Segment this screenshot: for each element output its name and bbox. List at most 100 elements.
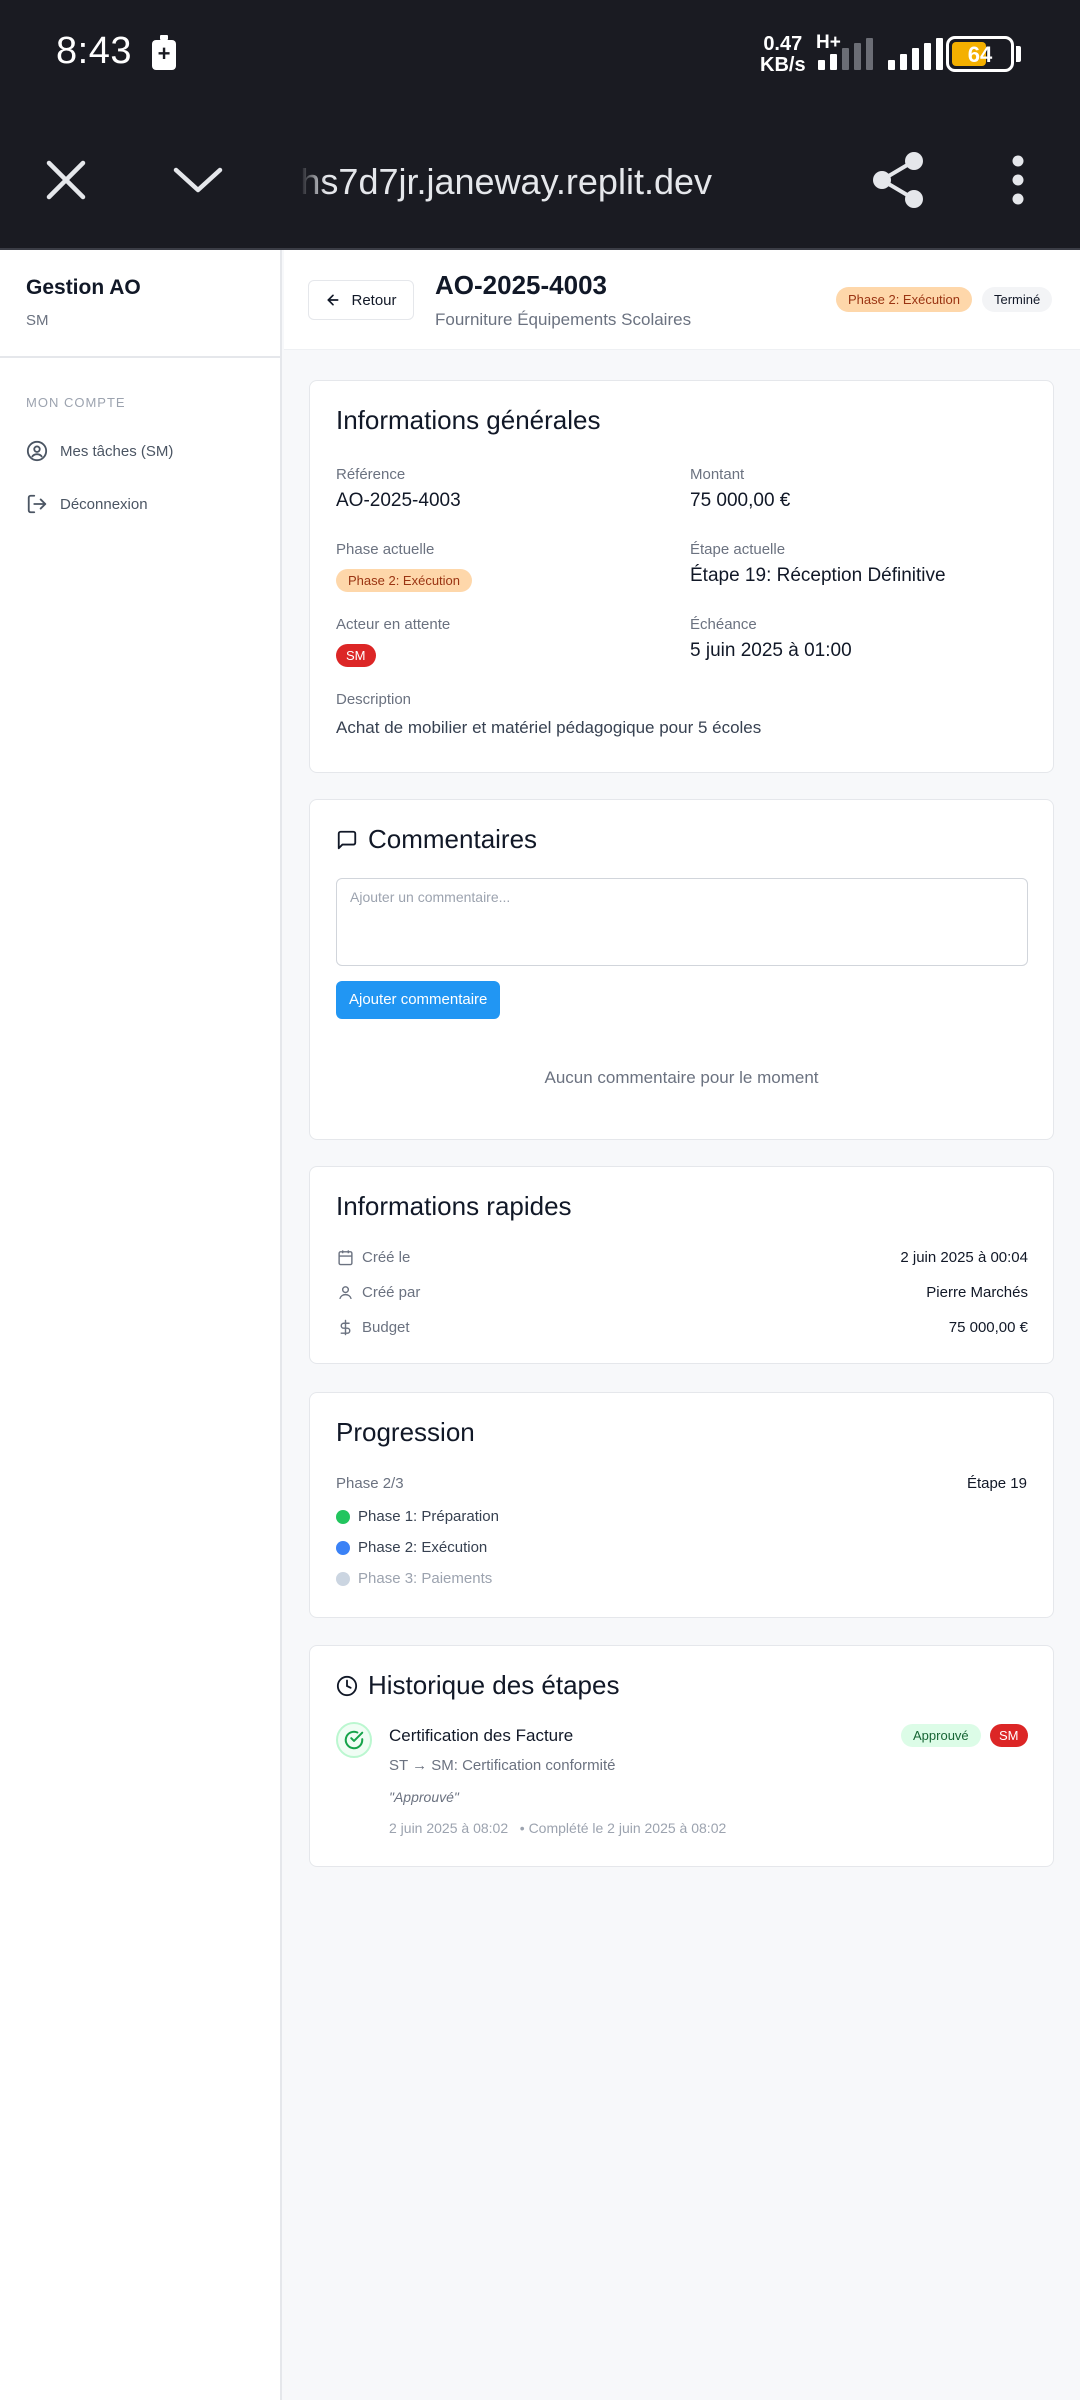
phase-item-label: Phase 1: Préparation <box>358 1508 499 1525</box>
clock-icon <box>336 1675 358 1696</box>
description-label: Description <box>336 691 412 708</box>
reference-value: AO-2025-4003 <box>336 490 461 511</box>
comments-card: Commentaires Ajouter commentaire Aucun c… <box>309 799 1054 1140</box>
amount-value: 75 000,00 € <box>690 490 791 511</box>
card-title: Commentaires <box>336 824 537 855</box>
collapse-button[interactable] <box>158 140 238 220</box>
approved-badge: Approuvé <box>901 1724 981 1747</box>
battery-level: 64 <box>967 42 993 67</box>
history-card: Historique des étapes Certification des … <box>309 1645 1054 1867</box>
user-icon <box>338 1285 352 1299</box>
phase-current-dot <box>336 1540 350 1555</box>
user-circle-icon <box>26 440 48 462</box>
dollar-icon <box>340 1319 350 1335</box>
general-info-card: Informations générales Référence AO-2025… <box>309 380 1054 773</box>
sidebar-item-label: Mes tâches (SM) <box>60 442 174 460</box>
network-speed-unit: KB/s <box>760 54 806 76</box>
share-button[interactable] <box>858 140 938 220</box>
network-speed-value: 0.47 <box>763 33 803 55</box>
phase-item-2: Phase 2: Exécution <box>336 1539 487 1556</box>
page-title: AO-2025-4003 <box>435 270 607 300</box>
quick-info-value: Pierre Marchés <box>926 1283 1028 1301</box>
history-title: Historique des étapes <box>368 1670 620 1700</box>
quick-info-label: Créé le <box>362 1248 411 1266</box>
browser-toolbar: 3hs7d7jr.janeway.replit.dev <box>0 110 1080 250</box>
check-circle-icon <box>336 1722 372 1758</box>
quick-info-row-author: Créé par Pierre Marchés <box>336 1280 1028 1304</box>
back-label: Retour <box>351 291 397 309</box>
phase-pending-dot <box>336 1571 350 1586</box>
history-entry-note: "Approuvé" <box>389 1789 459 1805</box>
page-subtitle: Fourniture Équipements Scolaires <box>435 310 692 329</box>
due-label: Échéance <box>690 616 757 633</box>
clock: 8:43 <box>56 30 132 72</box>
actor-badge: SM <box>336 644 376 667</box>
step-value: Étape 19: Réception Définitive <box>690 565 946 586</box>
card-title: Historique des étapes <box>336 1670 619 1701</box>
status-badge: Terminé <box>982 287 1053 312</box>
quick-info-value: 75 000,00 € <box>948 1318 1028 1336</box>
history-entry-subtitle: ST → SM: Certification conformité <box>389 1757 616 1774</box>
sidebar-item-my-tasks[interactable]: Mes tâches (SM) <box>26 440 173 462</box>
history-entry-completed: • Complété le 2 juin 2025 à 08:02 <box>519 1820 727 1836</box>
phase-item-label: Phase 3: Paiements <box>358 1570 493 1587</box>
battery-icon: 64 <box>946 36 1014 72</box>
network-speed: 0.47 KB/s <box>760 34 806 76</box>
card-title: Informations générales <box>336 405 601 435</box>
progress-card: Progression Phase 2/3 Étape 19 Phase 1: … <box>309 1392 1054 1618</box>
step-counter: Étape 19 <box>966 1475 1027 1492</box>
card-title: Progression <box>336 1417 475 1447</box>
card-title: Informations rapides <box>336 1191 572 1221</box>
app-title: Gestion AO <box>26 276 141 299</box>
comments-title: Commentaires <box>368 824 538 854</box>
phase-badge: Phase 2: Exécution <box>836 287 973 312</box>
sidebar: Gestion AO SM MON COMPTE Mes tâches (SM)… <box>0 250 282 2400</box>
step-label: Étape actuelle <box>690 541 786 558</box>
due-value: 5 juin 2025 à 01:00 <box>690 640 852 661</box>
url-text: 3hs7d7jr.janeway.replit.dev <box>300 161 712 202</box>
user-role: SM <box>26 312 49 329</box>
history-entry-title: Certification des Facture <box>389 1726 574 1745</box>
phase-label: Phase actuelle <box>336 541 435 558</box>
quick-info-row-created: Créé le 2 juin 2025 à 00:04 <box>336 1245 1028 1269</box>
signal-sim1-icon <box>818 38 873 70</box>
logout-icon <box>27 494 47 514</box>
back-button[interactable]: Retour <box>308 280 414 320</box>
quick-info-label: Budget <box>362 1318 410 1336</box>
reference-label: Référence <box>336 466 406 483</box>
chevron-down-icon <box>173 167 223 193</box>
phase-item-1: Phase 1: Préparation <box>336 1508 499 1525</box>
description-value: Achat de mobilier et matériel pédagogiqu… <box>336 718 762 737</box>
phase-item-3: Phase 3: Paiements <box>336 1570 492 1587</box>
browser-menu-button[interactable] <box>978 140 1058 220</box>
quick-info-card: Informations rapides Créé le 2 juin 2025… <box>309 1166 1054 1364</box>
sidebar-section-title: MON COMPTE <box>26 395 126 410</box>
history-entry-meta: 2 juin 2025 à 08:02 • Complété le 2 juin… <box>389 1820 726 1836</box>
share-icon <box>873 152 923 208</box>
phase-item-label: Phase 2: Exécution <box>358 1539 488 1556</box>
actor-label: Acteur en attente <box>336 616 451 633</box>
quick-info-label: Créé par <box>362 1283 421 1301</box>
empty-comments-message: Aucun commentaire pour le moment <box>544 1068 819 1087</box>
actor-badge: SM <box>990 1724 1028 1747</box>
battery-saver-icon: + <box>152 35 176 70</box>
sidebar-divider <box>0 356 280 358</box>
quick-info-value: 2 juin 2025 à 00:04 <box>900 1248 1028 1266</box>
comment-input[interactable] <box>336 878 1028 966</box>
sidebar-item-label: Déconnexion <box>60 495 148 513</box>
url-bar[interactable]: 3hs7d7jr.janeway.replit.dev <box>300 152 720 212</box>
page-header: Retour AO-2025-4003 Fourniture Équipemen… <box>284 250 1080 350</box>
calendar-icon <box>337 1249 353 1265</box>
close-tab-button[interactable] <box>26 140 106 220</box>
sidebar-item-logout[interactable]: Déconnexion <box>26 493 148 515</box>
signal-sim2-icon <box>888 38 943 70</box>
phase-done-dot <box>336 1509 350 1524</box>
amount-label: Montant <box>690 466 745 483</box>
phase-pill: Phase 2: Exécution <box>336 569 473 592</box>
phase-counter: Phase 2/3 <box>336 1475 404 1492</box>
status-bar: 8:43 + 0.47 KB/s H+ 64 <box>0 0 1080 110</box>
add-comment-button[interactable]: Ajouter commentaire <box>336 981 501 1019</box>
history-entry-date: 2 juin 2025 à 08:02 <box>389 1820 509 1836</box>
close-icon <box>46 160 86 200</box>
quick-info-row-budget: Budget 75 000,00 € <box>336 1315 1028 1339</box>
